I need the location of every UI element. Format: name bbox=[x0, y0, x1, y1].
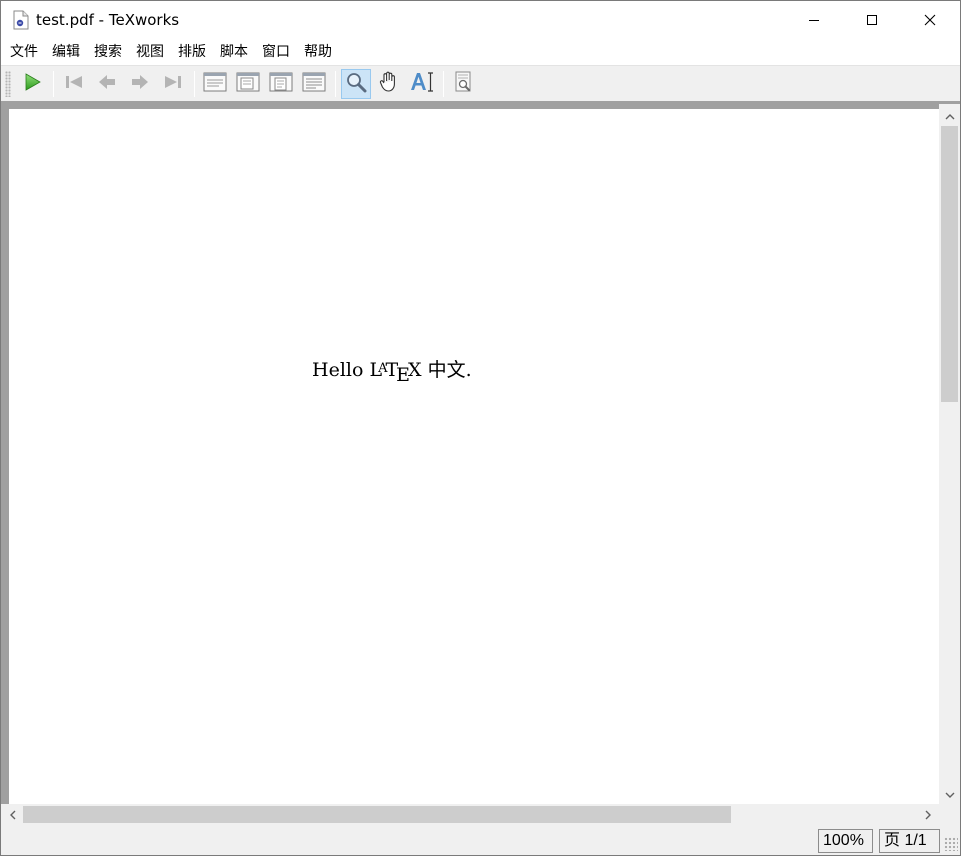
menu-help[interactable]: 帮助 bbox=[297, 39, 339, 65]
resize-grip[interactable] bbox=[944, 837, 958, 851]
play-icon bbox=[22, 72, 42, 96]
fit-window-button[interactable] bbox=[266, 69, 296, 99]
select-text-tool-button[interactable] bbox=[407, 69, 437, 99]
vertical-scrollbar[interactable] bbox=[939, 104, 960, 804]
actual-size-icon bbox=[203, 71, 227, 97]
toolbar-separator bbox=[194, 70, 195, 97]
hand-icon bbox=[377, 70, 401, 98]
chevron-left-icon bbox=[9, 805, 17, 824]
menu-window[interactable]: 窗口 bbox=[255, 39, 297, 65]
menu-typeset[interactable]: 排版 bbox=[171, 39, 213, 65]
page-content-line: Hello LATEX 中文. bbox=[312, 355, 472, 386]
page-text-chinese: 中文. bbox=[421, 359, 472, 381]
magnifier-icon bbox=[345, 71, 367, 97]
close-icon bbox=[924, 14, 936, 26]
text-select-icon bbox=[409, 70, 435, 98]
fit-width-button[interactable] bbox=[233, 69, 263, 99]
scroll-up-button[interactable] bbox=[939, 106, 960, 125]
title-bar[interactable]: test.pdf - TeXworks bbox=[1, 1, 960, 39]
toolbar-grip[interactable] bbox=[5, 70, 11, 97]
latex-logo: LATEX bbox=[369, 359, 422, 386]
next-page-icon bbox=[130, 72, 150, 96]
previous-page-button[interactable] bbox=[92, 69, 122, 99]
horizontal-scrollbar[interactable] bbox=[1, 804, 939, 825]
texworks-pdf-window: test.pdf - TeXworks 文件 编辑 搜索 视图 排版 脚本 窗口… bbox=[0, 0, 961, 856]
toolbar-separator bbox=[53, 70, 54, 97]
last-page-icon bbox=[163, 72, 183, 96]
zoom-level[interactable]: 100% bbox=[818, 829, 873, 853]
maximize-icon bbox=[866, 14, 878, 26]
fit-content-button[interactable] bbox=[299, 69, 329, 99]
toolbar-separator bbox=[443, 70, 444, 97]
menu-search[interactable]: 搜索 bbox=[87, 39, 129, 65]
page-text-hello: Hello bbox=[312, 359, 370, 381]
scroll-right-button[interactable] bbox=[918, 804, 937, 825]
toolbar-separator bbox=[335, 70, 336, 97]
chevron-down-icon bbox=[945, 784, 955, 803]
pdf-page[interactable]: Hello LATEX 中文. bbox=[9, 109, 939, 805]
next-page-button[interactable] bbox=[125, 69, 155, 99]
chevron-right-icon bbox=[924, 805, 932, 824]
maximize-button[interactable] bbox=[843, 1, 901, 39]
first-page-button[interactable] bbox=[59, 69, 89, 99]
menu-scripts[interactable]: 脚本 bbox=[213, 39, 255, 65]
close-button[interactable] bbox=[901, 1, 959, 39]
goto-source-icon bbox=[453, 71, 475, 97]
chevron-up-icon bbox=[945, 106, 955, 125]
fit-window-icon bbox=[269, 71, 293, 97]
first-page-icon bbox=[64, 72, 84, 96]
last-page-button[interactable] bbox=[158, 69, 188, 99]
minimize-icon bbox=[808, 14, 820, 26]
window-title: test.pdf - TeXworks bbox=[36, 11, 180, 29]
menu-file[interactable]: 文件 bbox=[3, 39, 45, 65]
menu-view[interactable]: 视图 bbox=[129, 39, 171, 65]
pdf-viewport[interactable]: Hello LATEX 中文. bbox=[1, 101, 960, 827]
menu-edit[interactable]: 编辑 bbox=[45, 39, 87, 65]
scroll-down-button[interactable] bbox=[939, 784, 960, 803]
typeset-button[interactable] bbox=[17, 69, 47, 99]
minimize-button[interactable] bbox=[785, 1, 843, 39]
previous-page-icon bbox=[97, 72, 117, 96]
goto-source-button[interactable] bbox=[449, 69, 479, 99]
scrollbar-corner bbox=[939, 804, 960, 825]
fit-width-icon bbox=[236, 71, 260, 97]
actual-size-button[interactable] bbox=[200, 69, 230, 99]
page-indicator[interactable]: 页 1/1 bbox=[879, 829, 940, 853]
fit-content-icon bbox=[302, 71, 326, 97]
horizontal-scroll-thumb[interactable] bbox=[23, 806, 731, 823]
toolbar bbox=[1, 65, 960, 101]
menu-bar: 文件 编辑 搜索 视图 排版 脚本 窗口 帮助 bbox=[1, 39, 960, 65]
status-bar: 100% 页 1/1 bbox=[1, 825, 960, 855]
vertical-scroll-thumb[interactable] bbox=[941, 126, 958, 402]
magnify-tool-button[interactable] bbox=[341, 68, 371, 99]
scroll-left-button[interactable] bbox=[3, 804, 22, 825]
pdf-document-icon bbox=[13, 10, 29, 30]
scroll-tool-button[interactable] bbox=[374, 69, 404, 99]
